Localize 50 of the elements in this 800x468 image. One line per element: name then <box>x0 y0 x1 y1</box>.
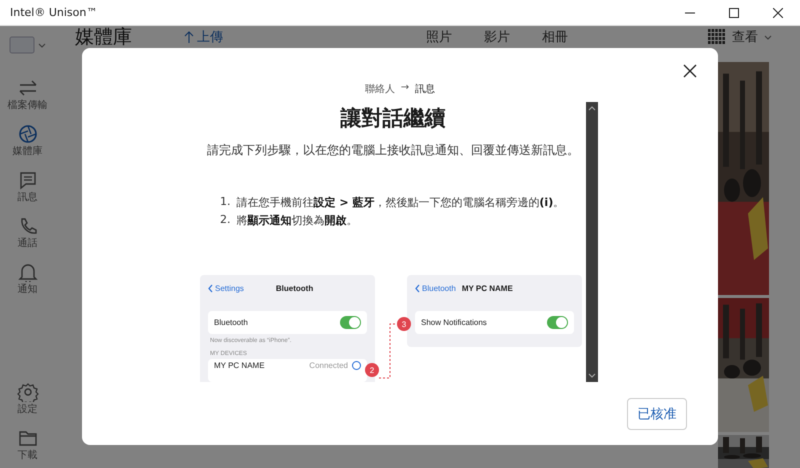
step-text: 請在您手機前往設定 > 藍牙，然後點一下您的電腦名稱旁邊的(i)。 <box>236 195 564 210</box>
step-badge: 3 <box>397 317 411 331</box>
row-label: Show Notifications <box>421 318 487 327</box>
window-title: Intel® Unison™ <box>10 6 98 19</box>
maximize-icon <box>729 8 739 18</box>
chevron-icon <box>208 284 213 292</box>
tab[interactable]: 相冊 <box>542 28 568 46</box>
sidebar-item[interactable]: 通話 <box>14 214 40 252</box>
device-status: Connected <box>309 361 348 370</box>
sidebar-item[interactable]: 下載 <box>14 426 40 464</box>
breadcrumb-item: 訊息 <box>415 82 436 96</box>
up-arrow-icon <box>184 31 194 43</box>
scrollbar[interactable] <box>586 102 598 382</box>
screen-title: MY PC NAME <box>462 284 513 292</box>
tab[interactable]: 影片 <box>484 28 510 46</box>
step-badge: 2 <box>365 363 379 377</box>
upload-button[interactable]: 上傳 <box>184 28 223 46</box>
step-number: 2. <box>220 213 230 228</box>
sidebar-item[interactable]: 設定 <box>14 380 40 418</box>
sidebar-item[interactable]: 訊息 <box>14 168 40 206</box>
close-icon <box>683 64 697 78</box>
step-number: 1. <box>220 195 230 210</box>
scroll-down-icon[interactable] <box>588 371 596 379</box>
screen-title: Bluetooth <box>276 284 314 292</box>
sidebar-item[interactable]: 檔案傳輸 <box>6 76 50 114</box>
tab[interactable]: 照片 <box>426 28 452 46</box>
dialog-subtitle: 請完成下列步驟，以在您的電腦上接收訊息通知、回覆並傳送新訊息。 <box>206 142 580 159</box>
device-name: MY PC NAME <box>214 361 266 370</box>
scroll-up-icon[interactable] <box>588 105 596 113</box>
page-title: 媒體庫 <box>75 25 132 50</box>
swap-arrows-icon <box>16 78 38 98</box>
aperture-icon <box>16 124 38 144</box>
breadcrumb-item: 聯絡人 <box>364 83 395 96</box>
row-label: Bluetooth <box>214 318 248 327</box>
leader-line <box>378 324 398 378</box>
close-icon <box>773 8 783 18</box>
dialog-title: 讓對話繼續 <box>339 105 446 132</box>
settings-icon <box>16 382 38 402</box>
grid-icon <box>708 29 726 45</box>
view-button[interactable]: 查看 <box>708 28 772 46</box>
chevron-icon[interactable] <box>38 41 46 49</box>
sidebar-item[interactable]: 媒體庫 <box>10 122 44 160</box>
step-text: 將顯示通知切換為開啟。 <box>236 213 358 228</box>
chevron-icon <box>415 284 420 292</box>
sidebar-item[interactable]: 通知 <box>14 260 40 298</box>
breadcrumb-separator: → <box>400 82 410 95</box>
approve-button[interactable]: 已核准 <box>627 398 687 430</box>
info-icon <box>352 361 361 370</box>
chevron-icon <box>764 33 772 41</box>
bell-icon <box>16 262 38 282</box>
